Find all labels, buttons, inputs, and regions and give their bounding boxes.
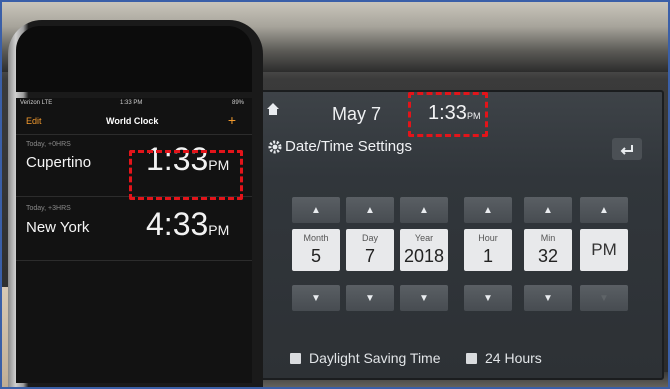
hour-down-button[interactable]: ▼ bbox=[464, 285, 512, 311]
divider bbox=[16, 260, 252, 261]
photo-frame: May 7 1:33PM Date/Time Settings ▲ ▲ ▲ ▲ … bbox=[0, 0, 670, 389]
back-arrow-icon bbox=[620, 145, 633, 155]
hour-label: Hour bbox=[478, 233, 498, 243]
month-down-button[interactable]: ▼ bbox=[292, 285, 340, 311]
day-up-button[interactable]: ▲ bbox=[346, 197, 394, 223]
status-carrier: Verizon LTE bbox=[20, 100, 53, 106]
clock-row-city: New York bbox=[26, 219, 90, 236]
24-hours-option[interactable]: 24 Hours bbox=[466, 350, 542, 366]
divider bbox=[16, 134, 252, 135]
month-field[interactable]: Month 5 bbox=[292, 229, 340, 271]
ampm-field[interactable]: PM bbox=[580, 229, 628, 271]
24-hours-checkbox[interactable] bbox=[466, 352, 477, 364]
back-button[interactable] bbox=[612, 138, 642, 160]
phone-screen: Verizon LTE 1:33 PM 89% Edit World Clock… bbox=[16, 98, 252, 383]
day-value: 7 bbox=[364, 246, 375, 266]
year-down-button[interactable]: ▼ bbox=[400, 285, 448, 311]
ampm-down-button[interactable]: ▼ bbox=[580, 285, 628, 311]
car-date: May 7 bbox=[332, 104, 382, 124]
gear-icon bbox=[268, 140, 282, 153]
year-value: 2018 bbox=[403, 246, 445, 266]
clock-row-offset: Today, +0HRS bbox=[26, 141, 71, 148]
daylight-saving-option[interactable]: Daylight Saving Time bbox=[290, 350, 441, 366]
clock-row-time: 4:33PM bbox=[146, 206, 229, 243]
min-field[interactable]: Min 32 bbox=[524, 229, 572, 271]
month-label: Month bbox=[303, 233, 329, 243]
status-bar: Verizon LTE 1:33 PM 89% bbox=[16, 98, 252, 110]
ampm-up-button[interactable]: ▲ bbox=[580, 197, 628, 223]
24-hours-label: 24 Hours bbox=[485, 350, 542, 366]
edit-button[interactable]: Edit bbox=[26, 116, 42, 126]
status-time: 1:33 PM bbox=[120, 100, 143, 106]
year-up-button[interactable]: ▲ bbox=[400, 197, 448, 223]
home-icon[interactable] bbox=[266, 102, 280, 116]
hour-up-button[interactable]: ▲ bbox=[464, 197, 512, 223]
phone-clock-highlight bbox=[129, 150, 243, 200]
car-clock-highlight bbox=[408, 92, 488, 137]
clock-row-offset: Today, +3HRS bbox=[26, 205, 71, 212]
clock-row-city: Cupertino bbox=[26, 154, 92, 171]
clock-row-time-value: 4:33 bbox=[146, 206, 209, 242]
hour-field[interactable]: Hour 1 bbox=[464, 229, 512, 271]
day-field[interactable]: Day 7 bbox=[346, 229, 394, 271]
day-down-button[interactable]: ▼ bbox=[346, 285, 394, 311]
month-value: 5 bbox=[310, 246, 321, 266]
add-clock-button[interactable]: + bbox=[228, 112, 236, 128]
nav-title: World Clock bbox=[106, 116, 159, 126]
clock-row-ampm: PM bbox=[208, 222, 230, 238]
hour-value: 1 bbox=[482, 246, 493, 266]
phone-top-bezel bbox=[16, 26, 252, 92]
year-field[interactable]: Year 2018 bbox=[400, 229, 448, 271]
min-value: 32 bbox=[537, 246, 559, 266]
status-battery: 89% bbox=[231, 100, 244, 106]
month-up-button[interactable]: ▲ bbox=[292, 197, 340, 223]
min-up-button[interactable]: ▲ bbox=[524, 197, 572, 223]
day-label: Day bbox=[361, 233, 378, 243]
min-down-button[interactable]: ▼ bbox=[524, 285, 572, 311]
daylight-saving-checkbox[interactable] bbox=[290, 352, 301, 364]
min-label: Min bbox=[540, 233, 556, 243]
settings-title-row: Date/Time Settings bbox=[268, 138, 412, 155]
world-clock-nav: Edit World Clock + bbox=[16, 112, 252, 130]
year-label: Year bbox=[414, 233, 434, 243]
settings-title: Date/Time Settings bbox=[285, 138, 412, 155]
daylight-saving-label: Daylight Saving Time bbox=[309, 350, 441, 366]
